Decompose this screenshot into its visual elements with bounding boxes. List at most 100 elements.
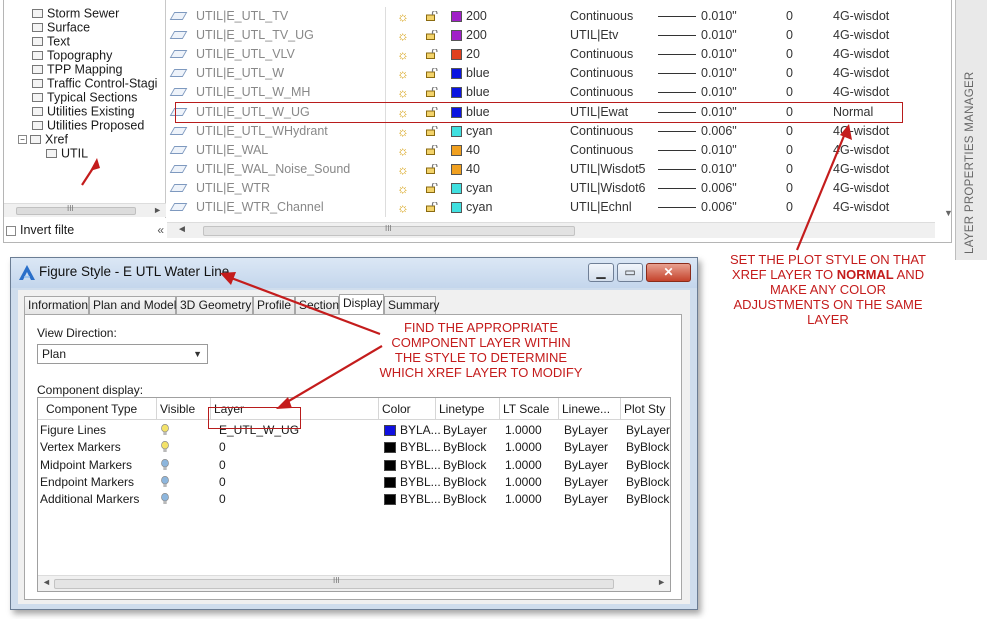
tree-item[interactable]: Text [32,34,70,49]
layer-color-swatch[interactable] [451,30,462,42]
freeze-sun-icon[interactable]: ☼ [395,45,411,64]
layer-linetype[interactable]: UTIL|Echnl [570,198,632,217]
component-plot-style[interactable]: ByLayer [626,422,670,439]
layer-row[interactable]: UTIL|E_UTL_TV ☼ 200 Continuous 0.010" 0 4G-wis… [167,7,935,26]
component-linetype[interactable]: ByBlock [443,474,486,491]
column-header[interactable]: Visible [157,398,211,420]
layer-transparency[interactable]: 0 [786,64,793,83]
component-lt-scale[interactable]: 1.0000 [505,439,542,456]
column-header[interactable]: Color [379,398,436,420]
freeze-sun-icon[interactable]: ☼ [395,198,411,217]
unlocked-padlock-icon[interactable] [426,11,438,21]
component-layer[interactable]: 0 [219,491,226,508]
tree-item[interactable]: Utilities Proposed [32,118,144,133]
scroll-down-arrow-icon[interactable]: ▼ [944,208,953,218]
layer-color-swatch[interactable] [451,182,462,194]
scroll-right-arrow-icon[interactable]: ► [153,205,162,215]
layer-list-horizontal-scrollbar[interactable]: ◄ III [167,222,935,238]
tree-horizontal-scrollbar[interactable]: III ► [4,203,166,217]
layer-row[interactable]: UTIL|E_UTL_TV_UG ☼ 200 UTIL|Etv 0.010" 0 4G-wi… [167,26,935,46]
tab-3d-geometry[interactable]: 3D Geometry [176,296,253,315]
layer-transparency[interactable]: 0 [786,26,793,45]
component-layer[interactable]: 0 [219,457,226,474]
palette-side-bar[interactable]: LAYER PROPERTIES MANAGER [955,0,987,260]
tree-item-xref[interactable]: − Xref [18,132,68,147]
component-lineweight[interactable]: ByLayer [564,422,608,439]
layer-transparency[interactable]: 0 [786,7,793,26]
component-plot-style[interactable]: ByBlock [626,491,669,508]
component-lineweight[interactable]: ByLayer [564,457,608,474]
layer-linetype[interactable]: Continuous [570,122,633,141]
unlocked-padlock-icon[interactable] [426,144,438,155]
scroll-left-arrow-icon[interactable]: ◄ [42,577,51,587]
tree-item[interactable]: Storm Sewer [32,6,119,21]
maximize-button[interactable]: ▭ [617,263,643,282]
unlocked-padlock-icon[interactable] [426,68,438,79]
layer-plot-style[interactable]: 4G-wisdot [833,141,889,160]
dialog-title-bar[interactable]: Figure Style - E UTL Water Line ▁ ▭ ✕ [11,258,697,288]
layer-color-swatch[interactable] [451,202,462,213]
component-plot-style[interactable]: ByBlock [626,474,669,491]
layer-lineweight[interactable]: 0.010" [701,83,737,102]
tree-item[interactable]: TPP Mapping [32,62,123,77]
column-header[interactable]: LT Scale [500,398,559,420]
tree-item[interactable]: Typical Sections [32,90,137,105]
layer-linetype[interactable]: UTIL|Wisdot5 [570,160,646,179]
layer-color[interactable]: 200 [466,7,487,26]
layer-lineweight[interactable]: 0.010" [701,26,737,45]
invert-filter-checkbox[interactable] [6,225,16,236]
scroll-left-arrow-icon[interactable]: ◄ [177,224,187,235]
tree-item[interactable]: Utilities Existing [32,104,135,119]
layer-transparency[interactable]: 0 [786,198,793,217]
component-plot-style[interactable]: ByBlock [626,439,669,456]
unlocked-padlock-icon[interactable] [426,87,438,98]
component-layer[interactable]: 0 [219,439,226,456]
component-linetype[interactable]: ByBlock [443,491,486,508]
layer-linetype[interactable]: Continuous [570,83,633,102]
layer-lineweight[interactable]: 0.010" [701,64,737,83]
layer-color[interactable]: blue [466,64,490,83]
layer-color[interactable]: 20 [466,45,480,64]
layer-linetype[interactable]: UTIL|Etv [570,26,618,45]
layer-plot-style[interactable]: 4G-wisdot [833,198,889,217]
layer-linetype[interactable]: UTIL|Wisdot6 [570,179,646,198]
grid-horizontal-scrollbar[interactable]: ◄ III ► [38,575,670,591]
freeze-sun-icon[interactable]: ☼ [395,179,411,198]
column-header[interactable]: Linetype [436,398,500,420]
component-color[interactable]: BYBL... [400,457,441,474]
scroll-right-arrow-icon[interactable]: ► [657,577,666,587]
layer-transparency[interactable]: 0 [786,122,793,141]
component-color-swatch[interactable] [384,442,396,454]
tree-item-util[interactable]: UTIL [46,146,88,161]
tree-item[interactable]: Traffic Control-Stagi [32,76,157,91]
tab-display[interactable]: Display [339,294,384,316]
tab-summary[interactable]: Summary [384,296,439,315]
layer-linetype[interactable]: Continuous [570,141,633,160]
layer-transparency[interactable]: 0 [786,179,793,198]
component-row[interactable]: Additional Markers 0 BYBL... ByBlock 1.0000 B… [38,491,670,508]
component-row[interactable]: Vertex Markers 0 BYBL... ByBlock 1.0000 ByLay… [38,439,670,456]
column-header[interactable]: Plot Sty [621,398,670,420]
collapse-icon[interactable]: « [157,221,164,239]
layer-transparency[interactable]: 0 [786,45,793,64]
layer-transparency[interactable]: 0 [786,141,793,160]
layer-plot-style[interactable]: 4G-wisdot [833,26,889,45]
component-lt-scale[interactable]: 1.0000 [505,491,542,508]
layer-linetype[interactable]: Continuous [570,7,633,26]
layer-linetype[interactable]: Continuous [570,45,633,64]
lightbulb-icon[interactable] [161,424,169,436]
lightbulb-icon[interactable] [161,458,169,471]
layer-plot-style[interactable]: 4G-wisdot [833,83,889,102]
component-color-swatch[interactable] [384,459,396,471]
layer-lineweight[interactable]: 0.010" [701,45,737,64]
tree-scroll-thumb[interactable] [16,207,136,215]
layer-plot-style[interactable]: 4G-wisdot [833,179,889,198]
layer-lineweight[interactable]: 0.006" [701,122,737,141]
layer-color[interactable]: cyan [466,198,492,217]
lightbulb-icon[interactable] [161,441,169,453]
layer-plot-style[interactable]: 4G-wisdot [833,122,889,141]
layer-plot-style[interactable]: 4G-wisdot [833,64,889,83]
layer-lineweight[interactable]: 0.006" [701,179,737,198]
tab-information[interactable]: Information [24,296,89,315]
layer-linetype[interactable]: Continuous [570,64,633,83]
